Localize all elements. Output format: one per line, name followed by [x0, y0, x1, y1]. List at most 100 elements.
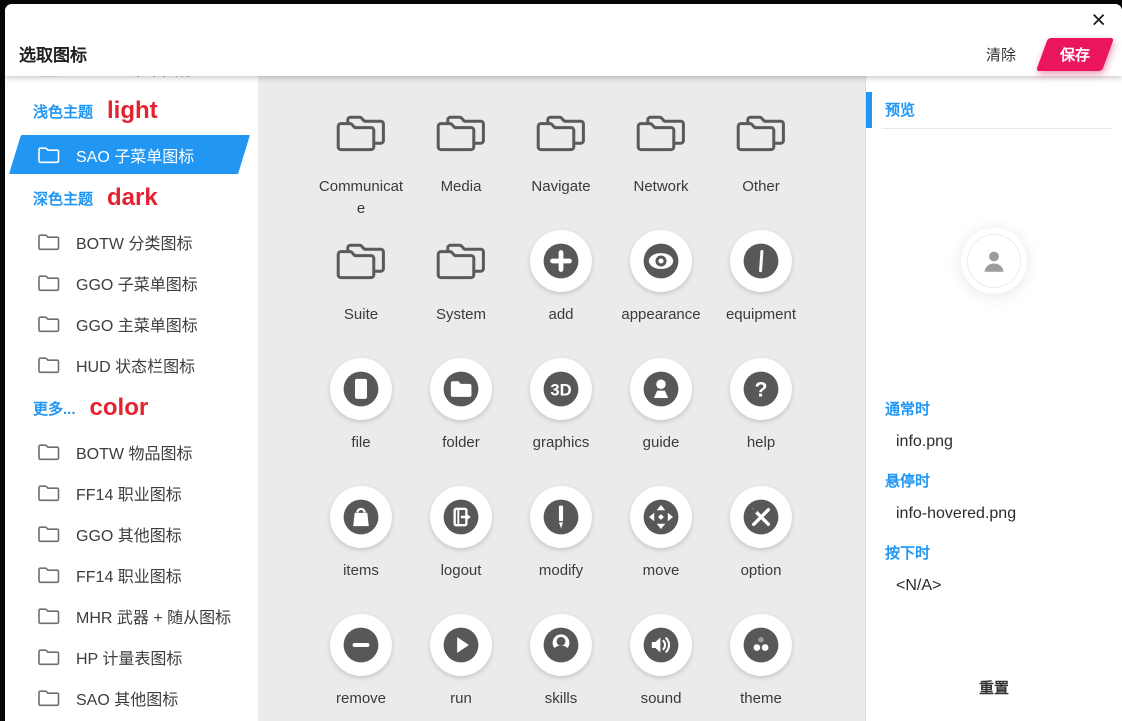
- grid-item-icon-wrap: [330, 614, 392, 676]
- preview-state-group: 通常时 info.png: [866, 400, 1122, 453]
- tools-icon: [730, 486, 792, 548]
- grid-item-icon-wrap: [630, 230, 692, 292]
- grid-item[interactable]: theme: [711, 614, 811, 721]
- grid-item[interactable]: Media: [411, 102, 511, 230]
- grid-item[interactable]: appearance: [611, 230, 711, 358]
- sidebar-section-header: 更多... color: [5, 385, 258, 431]
- grid-item[interactable]: Network: [611, 102, 711, 230]
- grid-item-icon-wrap: [330, 230, 392, 292]
- sidebar-item[interactable]: SAO 子菜单图标: [5, 134, 258, 175]
- folder-icon: [38, 314, 62, 334]
- sidebar-item[interactable]: BOTW 分类图标: [5, 221, 258, 262]
- grid-item-icon-wrap: [430, 230, 492, 292]
- grid-item-label: System: [435, 306, 486, 323]
- grid-item-label: appearance: [621, 306, 701, 323]
- plus-icon: [530, 230, 592, 292]
- grid-item[interactable]: 3D graphics: [511, 358, 611, 486]
- sidebar-item[interactable]: GGO 主菜单图标: [5, 303, 258, 344]
- folder-icon: [430, 358, 492, 420]
- grid-item[interactable]: System: [411, 230, 511, 358]
- sidebar-item-label: FF14 职业图标: [76, 486, 182, 504]
- preview-title: 预览: [885, 102, 916, 119]
- grid-item-icon-wrap: [430, 614, 492, 676]
- sidebar-item[interactable]: MHR 武器 + 随从图标: [5, 595, 258, 636]
- grid-item-label: skills: [544, 690, 578, 707]
- grid-item[interactable]: guide: [611, 358, 711, 486]
- grid-item[interactable]: items: [311, 486, 411, 614]
- preview-accent-bar: [866, 92, 872, 128]
- preview-state-group: 按下时 <N/A>: [866, 544, 1122, 597]
- dialog-content: SAO 主菜单图标浅色主题 light SAO 子菜单图标深色主题 dark BOTW …: [5, 76, 1122, 721]
- grid-item-label: Media: [440, 178, 482, 195]
- icon-picker-dialog: 选取图标 清除 保存 × SAO 主菜单图标浅色主题 light SAO 子菜单图标…: [5, 4, 1122, 721]
- grid-item[interactable]: Navigate: [511, 102, 611, 230]
- save-button[interactable]: 保存: [1042, 38, 1108, 71]
- folders-icon: [436, 115, 485, 152]
- grid-item-label: run: [450, 690, 472, 707]
- sidebar-item[interactable]: GGO 其他图标: [5, 513, 258, 554]
- grid-item-label: folder: [442, 434, 480, 451]
- folder-icon: [38, 76, 62, 78]
- sidebar-item-label: HUD 状态栏图标: [76, 358, 196, 376]
- state-value: info-hovered.png: [896, 505, 1017, 522]
- grid-item-icon-wrap: [630, 614, 692, 676]
- grid-item[interactable]: equipment: [711, 230, 811, 358]
- grid-item[interactable]: sound: [611, 614, 711, 721]
- folder-icon: [38, 524, 62, 544]
- sidebar-item[interactable]: HP 计量表图标: [5, 636, 258, 677]
- sidebar-item[interactable]: SAO 主菜单图标: [5, 76, 258, 88]
- minus-icon: [330, 614, 392, 676]
- sidebar-item[interactable]: GGO 子菜单图标: [5, 262, 258, 303]
- eye-icon: [630, 230, 692, 292]
- pencil-icon: [530, 486, 592, 548]
- grid-item[interactable]: skills: [511, 614, 611, 721]
- grid-item-icon-wrap: [730, 614, 792, 676]
- grid-item-label: help: [746, 434, 776, 451]
- grid-item[interactable]: Communicate: [311, 102, 411, 230]
- sidebar-item[interactable]: SAO 其他图标: [5, 677, 258, 718]
- sidebar-item[interactable]: FF14 职业图标: [5, 554, 258, 595]
- grid-item-icon-wrap: [430, 102, 492, 164]
- state-value: <N/A>: [896, 577, 942, 594]
- close-icon[interactable]: ×: [1087, 6, 1110, 35]
- save-button-label: 保存: [1059, 47, 1090, 64]
- grid-item[interactable]: file: [311, 358, 411, 486]
- sidebar-item-label: SAO 其他图标: [76, 691, 179, 709]
- preview-state-group: 悬停时 info-hovered.png: [866, 472, 1122, 525]
- folder-icon: [38, 688, 62, 708]
- grid-item-icon-wrap: [530, 614, 592, 676]
- section-label-en: light: [107, 97, 158, 124]
- grid-item-icon-wrap: [730, 230, 792, 292]
- sidebar-section-header: 深色主题 dark: [5, 175, 258, 221]
- grid-item[interactable]: ? help: [711, 358, 811, 486]
- sidebar-section-header: 浅色主题 light: [5, 88, 258, 134]
- folder-icon: [38, 273, 62, 293]
- sidebar-item[interactable]: HUD 状态栏图标: [5, 344, 258, 385]
- grid-item[interactable]: run: [411, 614, 511, 721]
- grid-item[interactable]: remove: [311, 614, 411, 721]
- section-label-en: dark: [107, 184, 158, 211]
- state-list: 通常时 info.png 悬停时 info-hovered.png 按下时 <N/A>: [866, 400, 1122, 616]
- sidebar-item[interactable]: BOTW 物品图标: [5, 431, 258, 472]
- grid-item[interactable]: move: [611, 486, 711, 614]
- sidebar: SAO 主菜单图标浅色主题 light SAO 子菜单图标深色主题 dark BOTW …: [5, 76, 258, 721]
- clear-button[interactable]: 清除: [984, 38, 1018, 71]
- grid-item-icon-wrap: [430, 358, 492, 420]
- grid-item-label: move: [642, 562, 680, 579]
- reset-button[interactable]: 重置: [866, 677, 1122, 698]
- grid-item[interactable]: logout: [411, 486, 511, 614]
- sidebar-item-label: HP 计量表图标: [76, 650, 183, 668]
- grid-item[interactable]: add: [511, 230, 611, 358]
- grid-item[interactable]: option: [711, 486, 811, 614]
- grid-item[interactable]: Other: [711, 102, 811, 230]
- grid-item-label: Communicate: [318, 178, 404, 217]
- sidebar-item[interactable]: FF14 职业图标: [5, 472, 258, 513]
- threed-icon: 3D: [530, 358, 592, 420]
- grid-item-icon-wrap: [630, 358, 692, 420]
- grid-item[interactable]: folder: [411, 358, 511, 486]
- grid-item[interactable]: modify: [511, 486, 611, 614]
- grid-item-label: items: [343, 562, 379, 579]
- grid-item-label: file: [351, 434, 371, 451]
- sidebar-item-label: BOTW 物品图标: [76, 445, 193, 463]
- grid-item[interactable]: Suite: [311, 230, 411, 358]
